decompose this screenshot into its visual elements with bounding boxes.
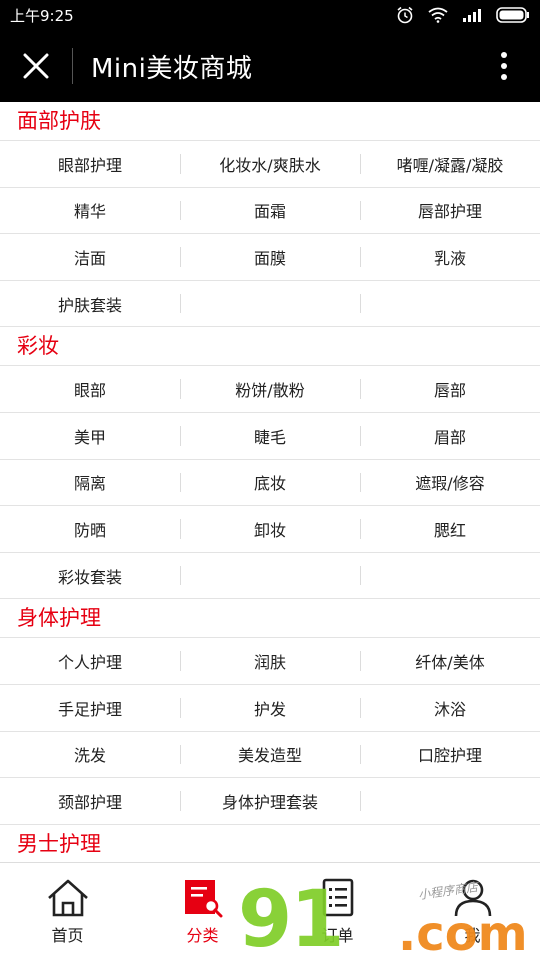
category-item[interactable]: 唇部: [360, 366, 540, 412]
more-vertical-icon: [501, 52, 507, 80]
tab-home[interactable]: 首页: [0, 863, 135, 960]
category-item: [180, 281, 360, 327]
category-item[interactable]: 隔离: [0, 460, 180, 506]
category-item[interactable]: 润肤: [180, 638, 360, 684]
category-item[interactable]: 面霜: [180, 188, 360, 234]
category-item[interactable]: 面膜: [180, 234, 360, 280]
more-button[interactable]: [468, 30, 540, 102]
category-row: 洗发 美发造型 口腔护理: [0, 732, 540, 779]
category-row: 洁面 面膜 乳液: [0, 234, 540, 281]
wifi-icon: [428, 7, 448, 23]
battery-icon: [496, 7, 529, 23]
category-item[interactable]: 手足护理: [0, 685, 180, 731]
category-item[interactable]: 精华: [0, 188, 180, 234]
category-item[interactable]: 睫毛: [180, 413, 360, 459]
category-row: 彩妆套装: [0, 553, 540, 600]
section-title: 身体护理: [17, 606, 101, 631]
category-item[interactable]: 护发: [180, 685, 360, 731]
category-item[interactable]: 个人护理: [0, 638, 180, 684]
section-grid: 眼部护理 化妆水/爽肤水 啫喱/凝露/凝胶 精华 面霜 唇部护理 洁面 面膜 乳液 护肤套装: [0, 140, 540, 328]
status-time: 上午9:25: [10, 6, 74, 25]
user-icon: [454, 879, 491, 916]
category-item[interactable]: 啫喱/凝露/凝胶: [360, 141, 540, 187]
page-title: Mini美妆商城: [91, 53, 253, 84]
tab-category[interactable]: 分类: [135, 863, 270, 960]
category-item: [360, 778, 540, 824]
category-icon: [184, 879, 222, 917]
section-title: 彩妆: [17, 334, 59, 359]
category-item[interactable]: 眉部: [360, 413, 540, 459]
category-row: 颈部护理 身体护理套装: [0, 778, 540, 825]
section-title: 面部护肤: [17, 109, 101, 133]
bottom-tab-bar: 首页 分类 订单 我: [0, 862, 540, 960]
section-title: 男士护理: [17, 831, 101, 856]
tab-me[interactable]: 我: [405, 863, 540, 960]
tab-orders[interactable]: 订单: [270, 863, 405, 960]
category-item[interactable]: 粉饼/散粉: [180, 366, 360, 412]
category-item[interactable]: 沐浴: [360, 685, 540, 731]
category-row: 护肤套装: [0, 281, 540, 328]
category-row: 眼部 粉饼/散粉 唇部: [0, 366, 540, 413]
category-item[interactable]: 洁面: [0, 234, 180, 280]
category-item[interactable]: 洗发: [0, 732, 180, 778]
category-item[interactable]: 腮红: [360, 506, 540, 552]
section-grid: 眼部 粉饼/散粉 唇部 美甲 睫毛 眉部 隔离 底妆 遮瑕/修容 防晒 卸妆 腮红 彩妆套装: [0, 365, 540, 600]
category-row: 眼部护理 化妆水/爽肤水 啫喱/凝露/凝胶: [0, 141, 540, 188]
category-item[interactable]: 卸妆: [180, 506, 360, 552]
signal-icon: [463, 9, 481, 22]
order-icon: [322, 878, 353, 916]
category-item[interactable]: 美发造型: [180, 732, 360, 778]
close-icon: [23, 53, 49, 79]
category-item: [360, 553, 540, 599]
category-item[interactable]: 眼部: [0, 366, 180, 412]
category-row: 个人护理 润肤 纤体/美体: [0, 638, 540, 685]
home-icon: [47, 879, 88, 916]
app-header: Mini美妆商城: [0, 30, 540, 102]
alarm-icon: [397, 6, 413, 24]
category-list[interactable]: 面部护肤 眼部护理 化妆水/爽肤水 啫喱/凝露/凝胶 精华 面霜 唇部护理 洁面 面膜 乳液 护肤套…: [0, 102, 540, 862]
category-item[interactable]: 遮瑕/修容: [360, 460, 540, 506]
category-item[interactable]: 美甲: [0, 413, 180, 459]
header-divider: [72, 48, 73, 84]
tab-category-label: 分类: [186, 925, 219, 945]
category-item[interactable]: 纤体/美体: [360, 638, 540, 684]
category-item[interactable]: 化妆水/爽肤水: [180, 141, 360, 187]
category-row: 美甲 睫毛 眉部: [0, 413, 540, 460]
category-item[interactable]: 身体护理套装: [180, 778, 360, 824]
category-row: 手足护理 护发 沐浴: [0, 685, 540, 732]
section-grid: 个人护理 润肤 纤体/美体 手足护理 护发 沐浴 洗发 美发造型 口腔护理 颈部护理 身体护理套装: [0, 637, 540, 825]
category-item: [180, 553, 360, 599]
category-row: 隔离 底妆 遮瑕/修容: [0, 460, 540, 507]
tab-orders-label: 订单: [321, 925, 354, 945]
category-item[interactable]: 彩妆套装: [0, 553, 180, 599]
close-button[interactable]: [0, 30, 72, 102]
status-icons: [396, 6, 530, 24]
category-item[interactable]: 颈部护理: [0, 778, 180, 824]
category-row: 防晒 卸妆 腮红: [0, 506, 540, 553]
category-item[interactable]: 乳液: [360, 234, 540, 280]
category-item[interactable]: 眼部护理: [0, 141, 180, 187]
category-item[interactable]: 护肤套装: [0, 281, 180, 327]
category-item[interactable]: 唇部护理: [360, 188, 540, 234]
tab-me-label: 我: [464, 925, 481, 945]
category-item: [360, 281, 540, 327]
category-item[interactable]: 底妆: [180, 460, 360, 506]
category-item[interactable]: 防晒: [0, 506, 180, 552]
category-row: 精华 面霜 唇部护理: [0, 188, 540, 235]
status-bar: 上午9:25: [0, 0, 540, 30]
category-item[interactable]: 口腔护理: [360, 732, 540, 778]
tab-home-label: 首页: [51, 925, 84, 945]
